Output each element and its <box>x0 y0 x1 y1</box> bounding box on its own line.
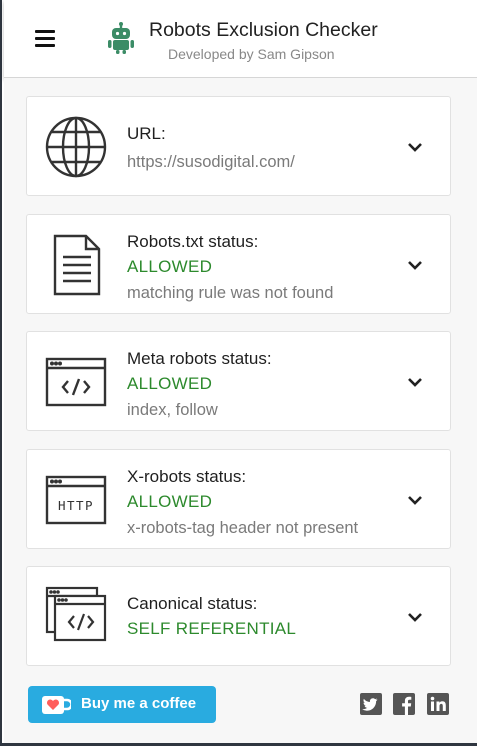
buy-me-a-coffee-button[interactable]: Buy me a coffee <box>28 686 216 723</box>
linkedin-icon[interactable] <box>427 693 449 715</box>
chevron-down-icon[interactable] <box>406 494 424 506</box>
meta-robots-detail: index, follow <box>127 401 218 419</box>
robots-txt-card[interactable]: Robots.txt status: ALLOWED matching rule… <box>26 214 451 314</box>
x-robots-detail: x-robots-tag header not present <box>127 519 359 537</box>
chevron-down-icon[interactable] <box>406 141 424 153</box>
app-header: Robots Exclusion Checker Developed by Sa… <box>4 0 477 78</box>
app-title: Robots Exclusion Checker <box>149 19 378 41</box>
url-card[interactable]: URL: https://susodigital.com/ <box>26 96 451 196</box>
canonical-status: SELF REFERENTIAL <box>127 619 297 638</box>
robots-txt-detail: matching rule was not found <box>127 284 334 302</box>
robots-txt-status: ALLOWED <box>127 257 213 276</box>
chevron-down-icon[interactable] <box>406 376 424 388</box>
hamburger-menu-icon[interactable] <box>33 27 59 49</box>
android-robot-icon <box>108 22 134 54</box>
x-robots-card[interactable]: HTTP X-robots status: ALLOWED x-robots-t… <box>26 449 451 549</box>
document-icon <box>53 234 101 296</box>
meta-robots-label: Meta robots status: <box>127 349 272 368</box>
globe-icon <box>45 116 107 178</box>
coffee-button-label: Buy me a coffee <box>81 695 197 712</box>
x-robots-status: ALLOWED <box>127 492 213 511</box>
x-robots-label: X-robots status: <box>127 467 247 486</box>
coffee-cup-heart-icon <box>42 696 71 714</box>
facebook-icon[interactable] <box>393 693 415 715</box>
http-window-icon: HTTP <box>45 475 107 525</box>
chevron-down-icon[interactable] <box>406 259 424 271</box>
url-value: https://susodigital.com/ <box>127 153 295 171</box>
url-label: URL: <box>127 124 166 143</box>
canonical-card[interactable]: Canonical status: SELF REFERENTIAL <box>26 566 451 666</box>
app-subtitle: Developed by Sam Gipson <box>168 46 335 62</box>
svg-text:HTTP: HTTP <box>58 498 94 513</box>
canonical-label: Canonical status: <box>127 594 258 613</box>
extension-popup: Robots Exclusion Checker Developed by Sa… <box>0 0 477 746</box>
stacked-windows-icon <box>45 586 107 642</box>
robots-txt-label: Robots.txt status: <box>127 232 259 251</box>
twitter-icon[interactable] <box>360 693 382 715</box>
meta-robots-card[interactable]: Meta robots status: ALLOWED index, follo… <box>26 331 451 431</box>
chevron-down-icon[interactable] <box>406 611 424 623</box>
code-window-icon <box>45 357 107 407</box>
meta-robots-status: ALLOWED <box>127 374 213 393</box>
